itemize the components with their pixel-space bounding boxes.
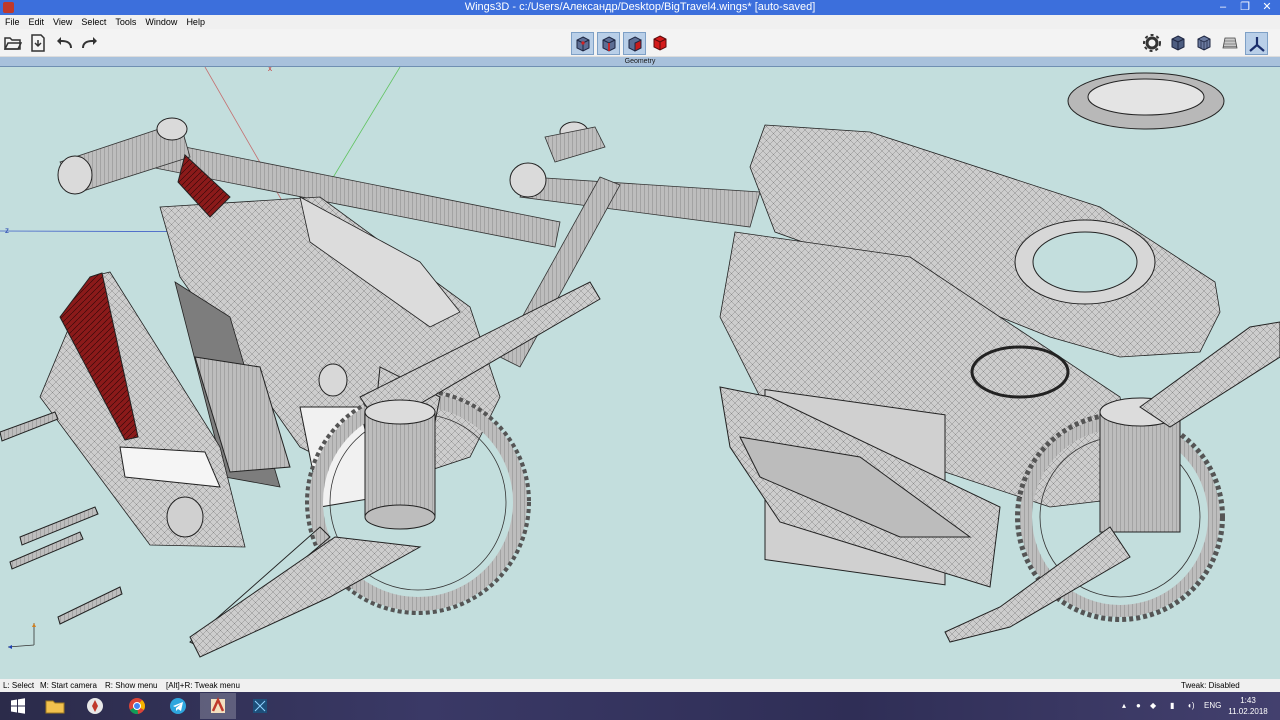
face-select-icon[interactable] — [623, 32, 646, 55]
chrome-icon[interactable] — [119, 693, 155, 719]
file-explorer-icon[interactable] — [37, 693, 73, 719]
menu-window[interactable]: Window — [140, 15, 181, 29]
axis-z-label: z — [5, 226, 9, 235]
hint-select: L: Select — [3, 681, 35, 690]
title-bar: Wings3D - c:/Users/Александр/Desktop/Big… — [0, 0, 1280, 15]
axis-x-label: x — [268, 67, 272, 73]
menu-help[interactable]: Help — [181, 15, 209, 29]
geometry-window-tab[interactable]: Geometry — [0, 57, 1280, 67]
menu-view[interactable]: View — [48, 15, 76, 29]
hint-camera: M: Start camera — [40, 681, 97, 690]
save-icon[interactable] — [27, 32, 49, 54]
tray-app-icon[interactable]: ● — [1136, 692, 1141, 720]
tweak-status: Tweak: Disabled — [1181, 681, 1240, 690]
volume-icon[interactable]: ◖) — [1187, 692, 1195, 720]
network-icon[interactable]: ▮ — [1170, 692, 1174, 720]
menu-edit[interactable]: Edit — [24, 15, 49, 29]
start-icon[interactable] — [0, 693, 36, 719]
tray-expand-icon[interactable]: ▴ — [1122, 692, 1126, 720]
window-title: Wings3D - c:/Users/Александр/Desktop/Big… — [464, 1, 816, 13]
close-icon[interactable]: ✕ — [1256, 0, 1278, 15]
redo-icon[interactable] — [79, 32, 101, 54]
preferences-icon[interactable] — [1141, 32, 1163, 54]
hint-menu: R: Show menu — [105, 681, 158, 690]
perspective-icon[interactable] — [1245, 32, 1268, 55]
maximize-icon[interactable]: ❐ — [1234, 0, 1256, 15]
tray-app2-icon[interactable]: ◆ — [1150, 692, 1156, 720]
body-select-icon[interactable] — [649, 32, 671, 54]
scene-render: x z — [0, 64, 1280, 658]
minimize-icon[interactable]: ‒ — [1212, 0, 1234, 15]
telegram-icon[interactable] — [160, 693, 196, 719]
language-indicator[interactable]: ENG — [1204, 692, 1221, 720]
geometry-viewport[interactable]: x z — [0, 64, 1280, 679]
smooth-shading-icon[interactable] — [1167, 32, 1189, 54]
windows-taskbar: ▴ ● ◆ ▮ ◖) ENG 1:43 11.02.2018 — [0, 692, 1280, 720]
clock[interactable]: 1:43 11.02.2018 — [1226, 695, 1270, 717]
edge-select-icon[interactable] — [597, 32, 620, 55]
grid-icon[interactable] — [1219, 32, 1241, 54]
vertex-select-icon[interactable] — [571, 32, 594, 55]
menu-select[interactable]: Select — [76, 15, 110, 29]
undo-icon[interactable] — [53, 32, 75, 54]
wings3d-icon[interactable] — [200, 693, 236, 719]
menu-tools[interactable]: Tools — [110, 15, 140, 29]
app2-icon[interactable] — [242, 693, 278, 719]
status-bar: L: Select M: Start camera R: Show menu [… — [0, 679, 1280, 692]
hint-tweak-menu: [Alt]+R: Tweak menu — [166, 681, 240, 690]
app-icon[interactable] — [77, 693, 113, 719]
toolbar — [0, 29, 1280, 57]
menu-bar: File Edit View Select Tools Window Help — [0, 15, 1280, 29]
menu-file[interactable]: File — [0, 15, 24, 29]
clock-date: 11.02.2018 — [1228, 707, 1268, 716]
wings3d-app-icon[interactable] — [3, 2, 14, 13]
geometry-label: Geometry — [624, 58, 656, 65]
open-folder-icon[interactable] — [2, 32, 24, 54]
clock-time: 1:43 — [1240, 696, 1256, 705]
wireframe-icon[interactable] — [1193, 32, 1215, 54]
